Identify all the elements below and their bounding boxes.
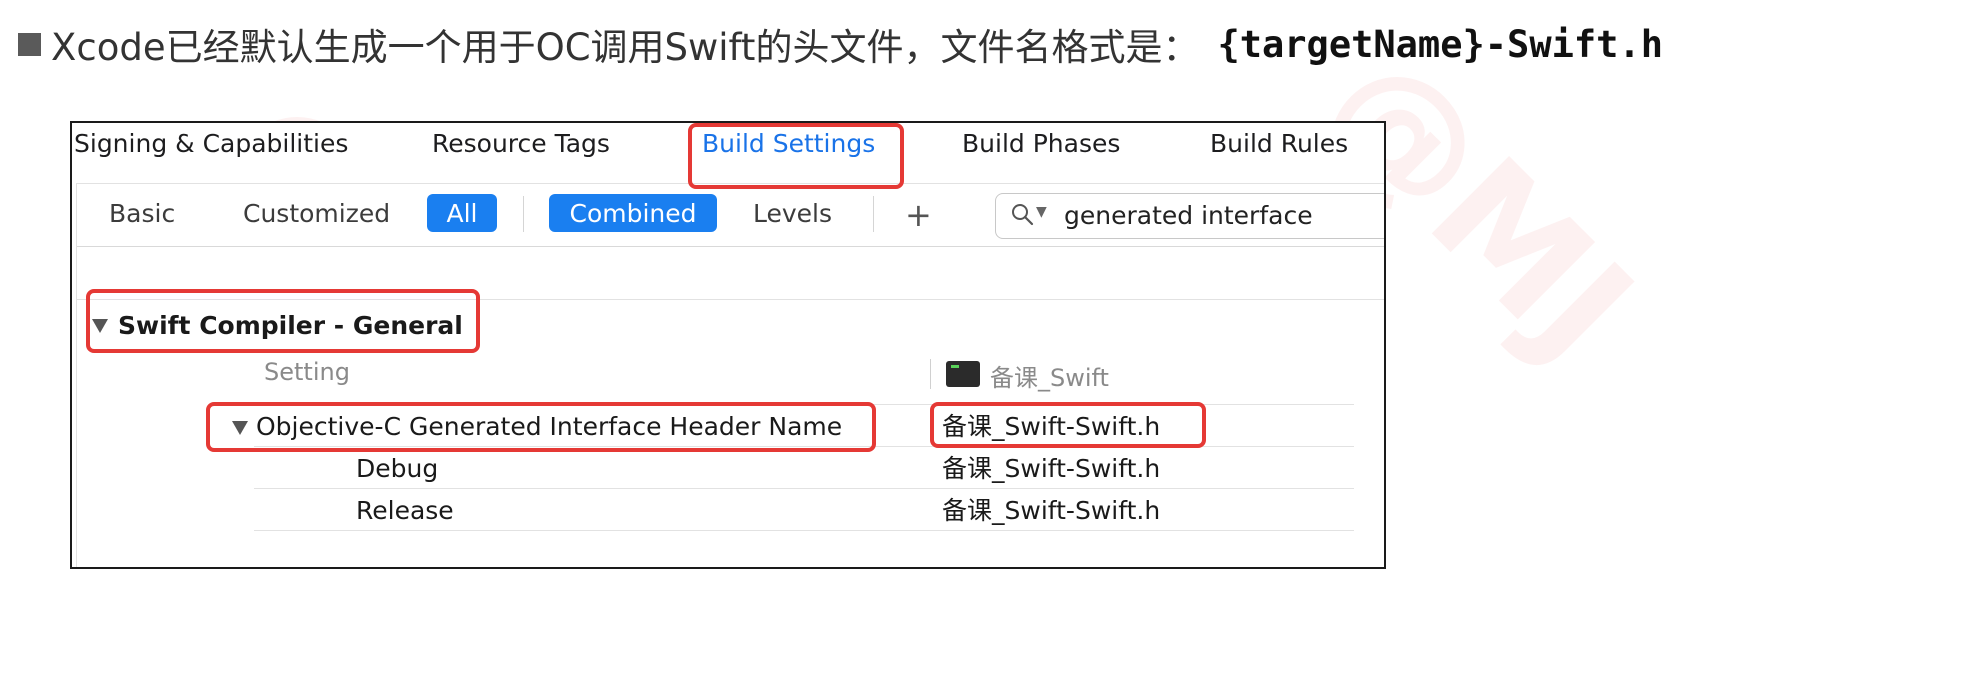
settings-filter-bar: Basic Customized All Combined Levels + ▼… <box>76 183 1384 247</box>
column-header-setting: Setting <box>264 358 350 386</box>
search-input[interactable]: generated interface <box>1064 201 1313 230</box>
filter-divider <box>873 196 874 232</box>
section-title: Swift Compiler - General <box>118 311 463 340</box>
column-divider <box>930 359 931 389</box>
filter-all-button[interactable]: All <box>427 194 497 232</box>
tab-signing-capabilities[interactable]: Signing & Capabilities <box>74 129 348 158</box>
filter-levels[interactable]: Levels <box>753 199 832 228</box>
setting-value[interactable]: 备课_Swift-Swift.h <box>942 449 1160 489</box>
setting-name-release: Release <box>356 496 454 525</box>
column-header-target: 备课_Swift <box>990 364 1109 392</box>
table-row[interactable]: Objective-C Generated Interface Header N… <box>232 407 842 447</box>
caption-text: Xcode已经默认生成一个用于OC调用Swift的头文件，文件名格式是： <box>51 26 1200 69</box>
divider <box>254 488 1354 489</box>
tab-build-phases[interactable]: Build Phases <box>962 129 1120 158</box>
add-setting-button[interactable]: + <box>905 196 932 234</box>
disclosure-triangle-icon <box>92 318 108 333</box>
disclosure-triangle-icon <box>232 421 248 435</box>
caption-code: {targetName}-Swift.h <box>1217 22 1663 66</box>
filter-customized[interactable]: Customized <box>243 199 390 228</box>
filter-combined-button[interactable]: Combined <box>549 194 717 232</box>
bullet-icon <box>18 32 41 56</box>
magnifier-icon <box>1010 202 1036 232</box>
setting-value[interactable]: 备课_Swift-Swift.h <box>942 407 1160 447</box>
left-gutter-line <box>76 245 77 567</box>
chevron-down-icon: ▼ <box>1036 204 1047 220</box>
divider <box>254 530 1354 531</box>
editor-tab-bar: Signing & Capabilities Resource Tags Bui… <box>72 123 1384 179</box>
divider <box>254 404 1354 405</box>
search-field[interactable]: ▼ generated interface <box>995 193 1384 239</box>
slide-caption: Xcode已经默认生成一个用于OC调用Swift的头文件，文件名格式是： {ta… <box>18 14 1663 74</box>
setting-name-debug: Debug <box>356 454 439 483</box>
section-header[interactable]: Swift Compiler - General <box>92 311 463 340</box>
tab-build-rules[interactable]: Build Rules <box>1210 129 1348 158</box>
tab-resource-tags[interactable]: Resource Tags <box>432 129 610 158</box>
filter-basic[interactable]: Basic <box>109 199 175 228</box>
setting-value[interactable]: 备课_Swift-Swift.h <box>942 491 1160 531</box>
filter-divider <box>523 196 524 232</box>
divider <box>76 299 1384 300</box>
xcode-build-settings-panel: Signing & Capabilities Resource Tags Bui… <box>70 121 1386 569</box>
target-icon <box>946 361 980 387</box>
divider <box>254 446 1354 447</box>
tab-build-settings[interactable]: Build Settings <box>702 129 875 158</box>
setting-name: Objective-C Generated Interface Header N… <box>256 412 843 441</box>
